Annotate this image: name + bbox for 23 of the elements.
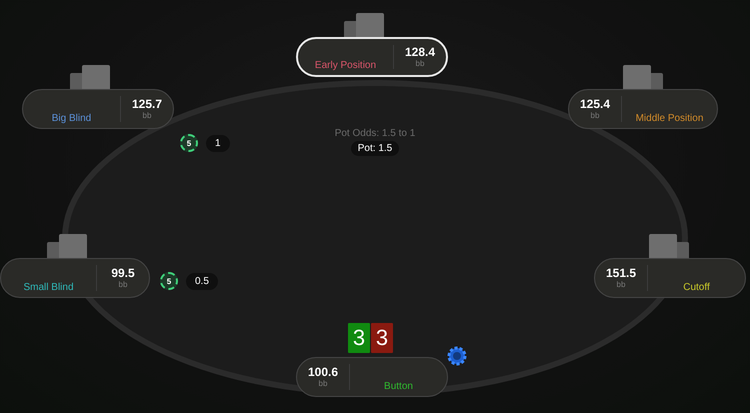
stack-unit: bb (318, 379, 328, 389)
dealer-chip-icon (447, 346, 467, 366)
player-position: Small Blind (23, 282, 74, 293)
stack-unit: bb (142, 111, 152, 121)
player-position: Cutoff (683, 282, 710, 293)
player-position: Early Position (314, 60, 376, 71)
stack-unit: bb (616, 280, 626, 290)
pot-odds: Pot Odds: 1.5 to 1 (334, 128, 416, 139)
stack-size: 100.6 (308, 365, 338, 379)
stack-unit: bb (416, 59, 424, 69)
player-position: Middle Position (636, 113, 704, 124)
stack-size: 128.4 (404, 45, 436, 59)
stack-size: 99.5 (111, 266, 135, 280)
player-position: Button (384, 381, 413, 392)
stack-unit: bb (590, 111, 600, 121)
stack-size: 125.7 (132, 97, 162, 111)
stack-unit: bb (118, 280, 128, 290)
stack-size: 151.5 (606, 266, 636, 280)
playing-card: 3 (348, 323, 370, 353)
stack-size: 125.4 (580, 97, 610, 111)
playing-card: 3 (371, 323, 393, 353)
pot-amount: Pot: 1.5 (350, 141, 400, 156)
player-position: Big Blind (52, 113, 92, 124)
